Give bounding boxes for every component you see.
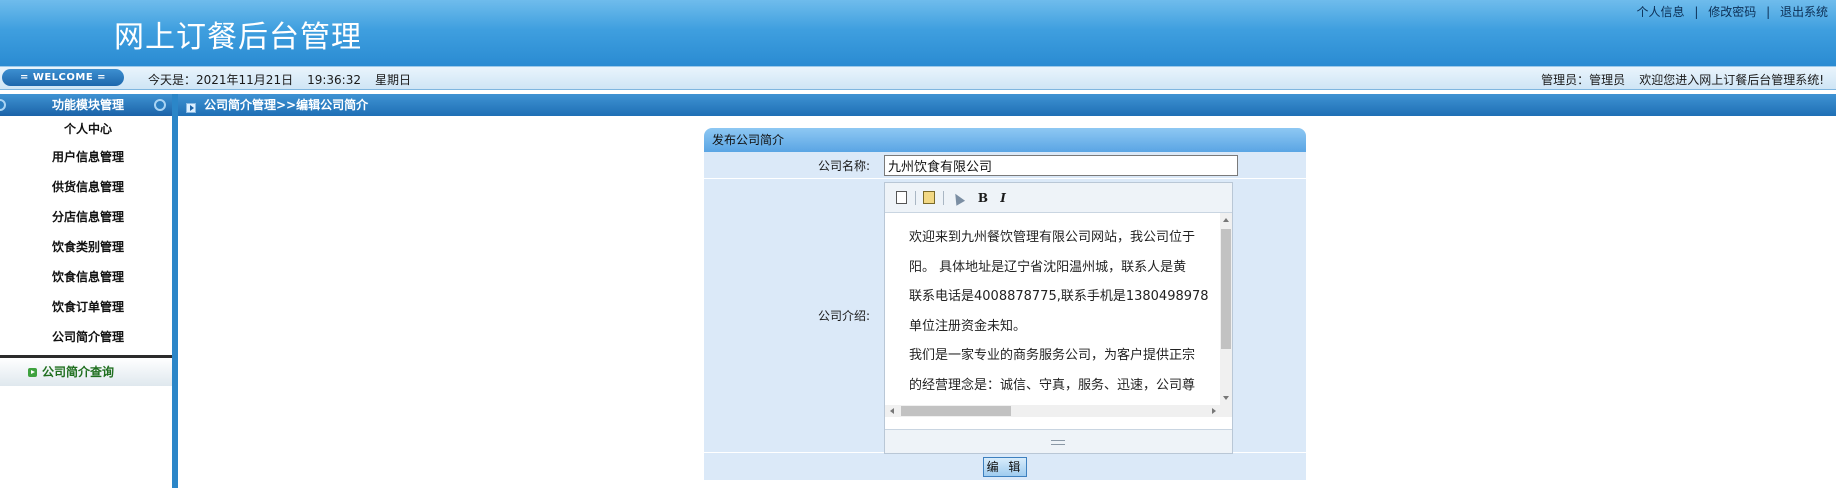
subitem-label: 公司简介查询 <box>42 365 115 379</box>
sidebar-item-user-info[interactable]: 用户信息管理 <box>0 142 176 172</box>
intro-line: 阳。 具体地址是辽宁省沈阳温州城，联系人是黄 <box>909 259 1187 275</box>
company-name-label: 公司名称: <box>817 158 870 173</box>
company-name-row: 公司名称: <box>704 152 1306 179</box>
company-intro-cell: B I 欢迎来到九州餐饮管理有限公司网站，我公司位于 阳。 具体地址是辽宁省沈阳… <box>884 179 1306 454</box>
rich-text-editor: B I 欢迎来到九州餐饮管理有限公司网站，我公司位于 阳。 具体地址是辽宁省沈阳… <box>884 182 1233 454</box>
editor-text: 欢迎来到九州餐饮管理有限公司网站，我公司位于 阳。 具体地址是辽宁省沈阳温州城，… <box>909 223 1209 401</box>
editor-toolbar: B I <box>885 183 1232 213</box>
sidebar-divider <box>172 94 178 488</box>
intro-line: 我们是一家专业的商务服务公司，为客户提供正宗 <box>909 348 1196 364</box>
intro-line: 联系电话是4008878775,联系手机是1380498978 <box>909 289 1209 305</box>
arrow-right-icon <box>186 103 196 113</box>
editor-resize-bar[interactable] <box>885 429 1232 453</box>
link-separator: | <box>1766 5 1771 19</box>
intro-line: 欢迎来到九州餐饮管理有限公司网站，我公司位于 <box>909 230 1196 245</box>
admin-label: 管理员：管理员 <box>1541 73 1626 87</box>
toolbar-separator <box>943 191 944 205</box>
company-intro-row: 公司介绍: B I 欢迎来到九州餐饮管理有限公司网站，我公司位于 阳。 具体地址… <box>704 179 1306 454</box>
time-text: 19:36:32 <box>307 73 361 87</box>
sidebar-item-supply-info[interactable]: 供货信息管理 <box>0 172 176 202</box>
form-title: 发布公司简介 <box>704 128 1306 152</box>
scroll-down-icon[interactable] <box>1223 396 1229 400</box>
toolbar-separator <box>915 191 916 205</box>
profile-link[interactable]: 个人信息 <box>1637 5 1685 19</box>
scroll-right-icon[interactable] <box>1212 408 1216 414</box>
welcome-message: 欢迎您进入网上订餐后台管理系统! <box>1639 73 1824 87</box>
sidebar-title-label: 功能模块管理 <box>51 98 124 112</box>
sidebar-title: 功能模块管理 <box>0 94 176 116</box>
change-password-link[interactable]: 修改密码 <box>1708 5 1756 19</box>
italic-button[interactable]: I <box>995 190 1011 206</box>
welcome-badge: = WELCOME = <box>2 69 124 86</box>
source-document-icon[interactable] <box>896 191 907 204</box>
company-intro-form: 发布公司简介 公司名称: 公司介绍: B I 欢迎来到 <box>704 128 1306 481</box>
scroll-thumb[interactable] <box>901 406 1011 416</box>
select-cursor-icon[interactable] <box>950 191 966 206</box>
vertical-scrollbar[interactable] <box>1220 213 1232 405</box>
sidebar-item-food-info[interactable]: 饮食信息管理 <box>0 262 176 292</box>
sidebar-subitem-company-intro-query[interactable]: 公司简介查询 <box>0 358 176 386</box>
form-actions-row: 编 辑 <box>704 453 1306 481</box>
sidebar: 功能模块管理 个人中心 用户信息管理 供货信息管理 分店信息管理 饮食类别管理 … <box>0 94 176 488</box>
link-separator: | <box>1694 5 1699 19</box>
info-bar: = WELCOME = 今天是：2021年11月21日 19:36:32 星期日 管… <box>0 66 1836 90</box>
sidebar-item-branch-info[interactable]: 分店信息管理 <box>0 202 176 232</box>
editor-content-area[interactable]: 欢迎来到九州餐饮管理有限公司网站，我公司位于 阳。 具体地址是辽宁省沈阳温州城，… <box>885 213 1232 405</box>
current-date: 今天是：2021年11月21日 19:36:32 星期日 <box>148 71 411 88</box>
resize-grip-icon[interactable] <box>1051 440 1065 445</box>
admin-greeting: 管理员：管理员 欢迎您进入网上订餐后台管理系统! <box>1541 71 1824 88</box>
logout-link[interactable]: 退出系统 <box>1780 5 1828 19</box>
company-name-cell <box>884 152 1306 178</box>
intro-line: 的经营理念是：诚信、守真，服务、迅速，公司尊 <box>909 377 1196 393</box>
paste-icon[interactable] <box>923 191 935 204</box>
weekday-text: 星期日 <box>375 73 412 87</box>
breadcrumb: 公司简介管理>>编辑公司简介 <box>178 94 1836 116</box>
app-header: 网上订餐后台管理 个人信息 | 修改密码 | 退出系统 <box>0 0 1836 66</box>
ring-icon <box>154 99 166 111</box>
sidebar-item-personal-center[interactable]: 个人中心 <box>0 116 176 142</box>
app-title: 网上订餐后台管理 <box>114 20 362 55</box>
bold-button[interactable]: B <box>975 190 991 206</box>
company-name-input[interactable] <box>884 155 1238 176</box>
scroll-thumb[interactable] <box>1221 229 1231 349</box>
arrow-right-icon <box>28 368 37 377</box>
sidebar-item-company-intro[interactable]: 公司简介管理 <box>0 322 176 352</box>
sidebar-item-food-category[interactable]: 饮食类别管理 <box>0 232 176 262</box>
sidebar-item-food-orders[interactable]: 饮食订单管理 <box>0 292 176 322</box>
scroll-left-icon[interactable] <box>890 408 894 414</box>
sidebar-menu: 个人中心 用户信息管理 供货信息管理 分店信息管理 饮食类别管理 饮食信息管理 … <box>0 116 176 386</box>
top-links: 个人信息 | 修改密码 | 退出系统 <box>1637 3 1828 20</box>
breadcrumb-text: 公司简介管理>>编辑公司简介 <box>204 98 369 112</box>
ring-icon <box>0 99 6 111</box>
intro-line: 单位注册资金未知。 <box>909 318 1027 334</box>
date-text: 今天是：2021年11月21日 <box>148 73 294 87</box>
edit-button[interactable]: 编 辑 <box>983 456 1027 477</box>
scroll-up-icon[interactable] <box>1223 218 1229 222</box>
company-intro-label: 公司介绍: <box>817 309 870 323</box>
horizontal-scrollbar[interactable] <box>885 405 1232 417</box>
